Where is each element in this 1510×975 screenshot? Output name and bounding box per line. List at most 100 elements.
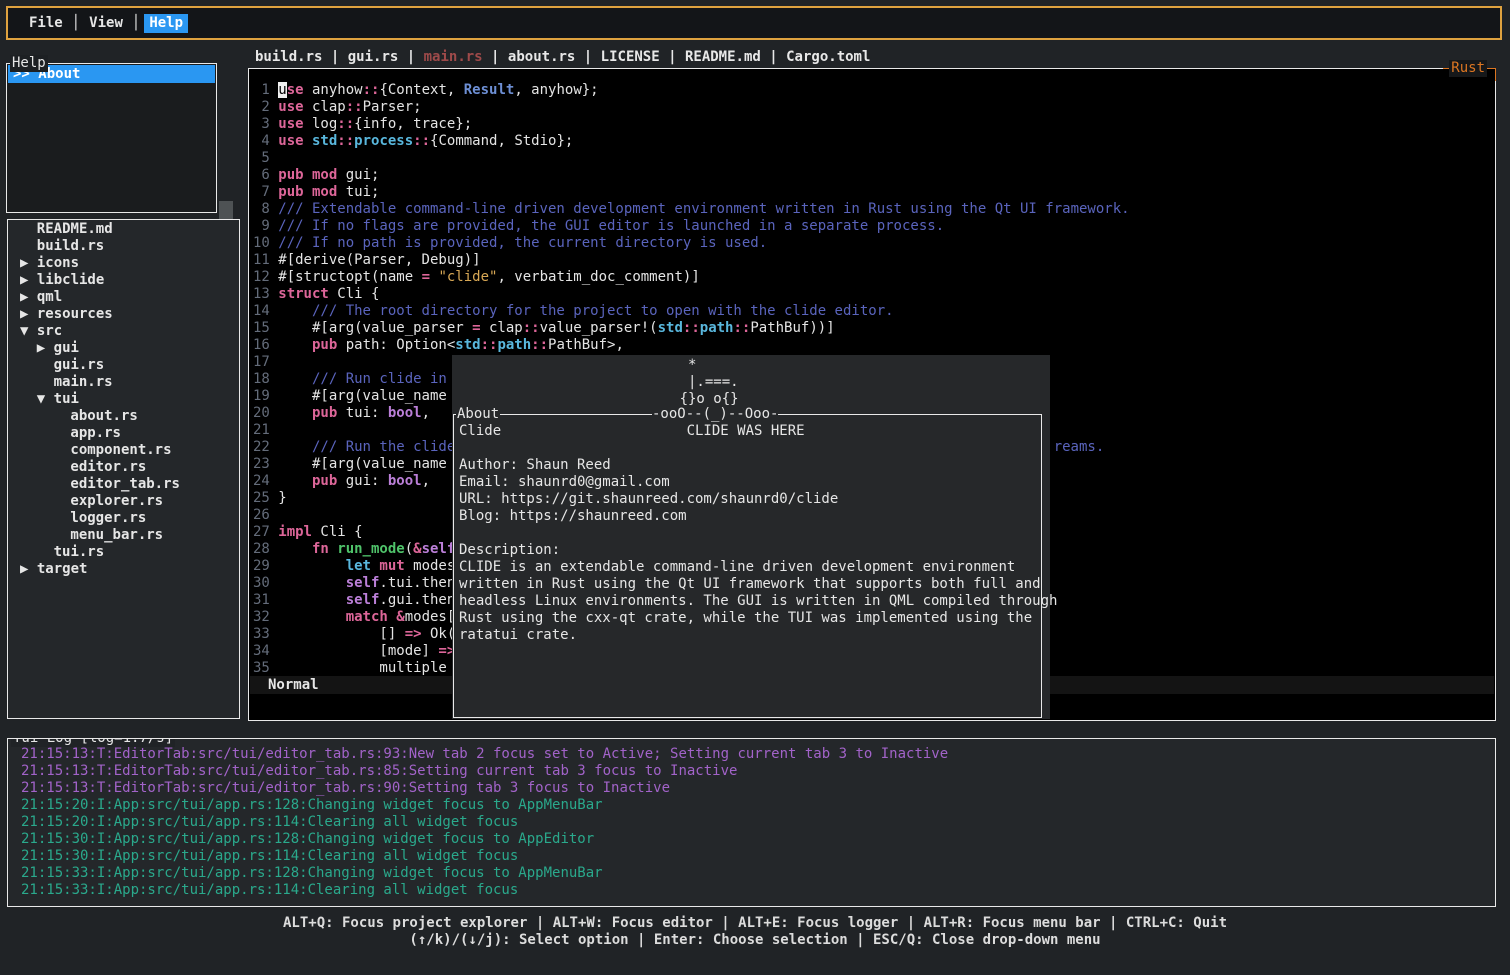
code-token: u: [278, 82, 286, 98]
code-token: Cli {: [329, 286, 380, 302]
code-token: clap: [304, 99, 346, 115]
line-number: 4: [253, 133, 270, 150]
explorer-item-main.rs[interactable]: main.rs: [8, 374, 239, 391]
explorer-item-gui[interactable]: ▶ gui: [8, 340, 239, 357]
code-token: {Command, Stdio};: [430, 133, 573, 149]
explorer-item-gui.rs[interactable]: gui.rs: [8, 357, 239, 374]
line-number: 9: [253, 218, 270, 235]
code-token: [304, 167, 312, 183]
ascii-art: * |.===. {}o o{}: [452, 355, 1050, 408]
code-line-9[interactable]: 9/// If no flags are provided, the GUI e…: [253, 218, 1495, 235]
code-token: [304, 133, 312, 149]
code-line-1[interactable]: 1use anyhow::{Context, Result, anyhow};: [253, 82, 1495, 99]
code-token: ::: [413, 133, 430, 149]
code-token: "clide": [438, 269, 497, 285]
explorer-item-icons[interactable]: ▶ icons: [8, 255, 239, 272]
file-tree: README.mdbuild.rs▶ icons▶ libclide▶ qml▶…: [8, 221, 239, 578]
menu-item-help[interactable]: Help: [144, 14, 188, 33]
code-token: &: [413, 541, 421, 557]
line-number: 23: [253, 456, 270, 473]
explorer-item-about.rs[interactable]: about.rs: [8, 408, 239, 425]
code-line-11[interactable]: 11#[derive(Parser, Debug)]: [253, 252, 1495, 269]
code-token: ,: [422, 473, 430, 489]
tab-gui-rs[interactable]: gui.rs: [348, 49, 399, 65]
code-token: ::: [346, 99, 363, 115]
code-token: bool: [388, 473, 422, 489]
explorer-item-app.rs[interactable]: app.rs: [8, 425, 239, 442]
explorer-item-tui[interactable]: ▼ tui: [8, 391, 239, 408]
code-token: modes: [405, 558, 456, 574]
code-line-5[interactable]: 5: [253, 150, 1495, 167]
line-number: 22: [253, 439, 270, 456]
tab-about-rs[interactable]: about.rs: [508, 49, 575, 65]
code-line-4[interactable]: 4use std::process::{Command, Stdio};: [253, 133, 1495, 150]
line-number: 18: [253, 371, 270, 388]
code-line-13[interactable]: 13struct Cli {: [253, 286, 1495, 303]
line-number: 13: [253, 286, 270, 303]
tui-log-panel: Tui Log [log=1.7/s] 21:15:13:T:EditorTab…: [7, 738, 1496, 907]
code-token: #[arg(value_name: [278, 388, 455, 404]
explorer-item-build.rs[interactable]: build.rs: [8, 238, 239, 255]
about-line: Clide CLIDE WAS HERE: [459, 423, 1041, 440]
explorer-item-qml[interactable]: ▶ qml: [8, 289, 239, 306]
log-entries: 21:15:13:T:EditorTab:src/tui/editor_tab.…: [21, 746, 1495, 899]
code-token: #[arg(value_parser: [278, 320, 472, 336]
tab-build-rs[interactable]: build.rs: [255, 49, 322, 65]
code-token: , verbatim_doc_comment)]: [497, 269, 699, 285]
tab-readme-md[interactable]: README.md: [685, 49, 761, 65]
tab-license[interactable]: LICENSE: [601, 49, 660, 65]
tab-separator: |: [575, 49, 600, 65]
code-token: mut: [379, 558, 404, 574]
explorer-item-README.md[interactable]: README.md: [8, 221, 239, 238]
code-line-14[interactable]: 14 /// The root directory for the projec…: [253, 303, 1495, 320]
tab-cargo-toml[interactable]: Cargo.toml: [786, 49, 870, 65]
menu-item-view[interactable]: View: [84, 14, 128, 33]
code-line-15[interactable]: 15 #[arg(value_parser = clap::value_pars…: [253, 320, 1495, 337]
line-number: 17: [253, 354, 270, 371]
explorer-item-logger.rs[interactable]: logger.rs: [8, 510, 239, 527]
code-line-12[interactable]: 12#[structopt(name = "clide", verbatim_d…: [253, 269, 1495, 286]
code-token: Parser;: [363, 99, 422, 115]
explorer-item-explorer.rs[interactable]: explorer.rs: [8, 493, 239, 510]
code-token: }: [278, 490, 286, 506]
log-panel-title: Tui Log [log=1.7/s]: [11, 738, 175, 747]
code-token: self: [346, 592, 380, 608]
code-line-7[interactable]: 7pub mod tui;: [253, 184, 1495, 201]
code-token: impl: [278, 524, 312, 540]
tab-main-rs[interactable]: main.rs: [424, 49, 483, 65]
code-token: [304, 184, 312, 200]
about-line: Rust using the cxx-qt crate, while the T…: [459, 610, 1041, 627]
explorer-item-resources[interactable]: ▶ resources: [8, 306, 239, 323]
scrollbar-thumb[interactable]: [219, 201, 233, 219]
code-token: []: [278, 626, 404, 642]
line-number: 2: [253, 99, 270, 116]
about-line: headless Linux environments. The GUI is …: [459, 593, 1041, 610]
code-line-10[interactable]: 10/// If no path is provided, the curren…: [253, 235, 1495, 252]
code-line-6[interactable]: 6pub mod gui;: [253, 167, 1495, 184]
explorer-item-target[interactable]: ▶ target: [8, 561, 239, 578]
code-line-8[interactable]: 8/// Extendable command-line driven deve…: [253, 201, 1495, 218]
code-token: fn: [278, 541, 329, 557]
explorer-item-libclide[interactable]: ▶ libclide: [8, 272, 239, 289]
keybind-help-bar: ALT+Q: Focus project explorer | ALT+W: F…: [0, 915, 1510, 949]
menu-item-file[interactable]: File: [24, 14, 68, 33]
code-token: =>: [405, 626, 422, 642]
explorer-item-component.rs[interactable]: component.rs: [8, 442, 239, 459]
explorer-item-editor_tab.rs[interactable]: editor_tab.rs: [8, 476, 239, 493]
keybind-line-1: ALT+Q: Focus project explorer | ALT+W: F…: [0, 915, 1510, 932]
line-number: 1: [253, 82, 270, 99]
explorer-item-tui.rs[interactable]: tui.rs: [8, 544, 239, 561]
code-line-16[interactable]: 16 pub path: Option<std::path::PathBuf>,: [253, 337, 1495, 354]
explorer-item-editor.rs[interactable]: editor.rs: [8, 459, 239, 476]
code-token: pub: [278, 337, 337, 353]
code-token: mod: [312, 184, 337, 200]
code-line-2[interactable]: 2use clap::Parser;: [253, 99, 1495, 116]
code-line-3[interactable]: 3use log::{info, trace};: [253, 116, 1495, 133]
line-number: 5: [253, 150, 270, 167]
line-number: 14: [253, 303, 270, 320]
code-token: run_mode: [329, 541, 405, 557]
explorer-item-menu_bar.rs[interactable]: menu_bar.rs: [8, 527, 239, 544]
explorer-item-src[interactable]: ▼ src: [8, 323, 239, 340]
line-number: 8: [253, 201, 270, 218]
code-token: {info, trace};: [354, 116, 472, 132]
